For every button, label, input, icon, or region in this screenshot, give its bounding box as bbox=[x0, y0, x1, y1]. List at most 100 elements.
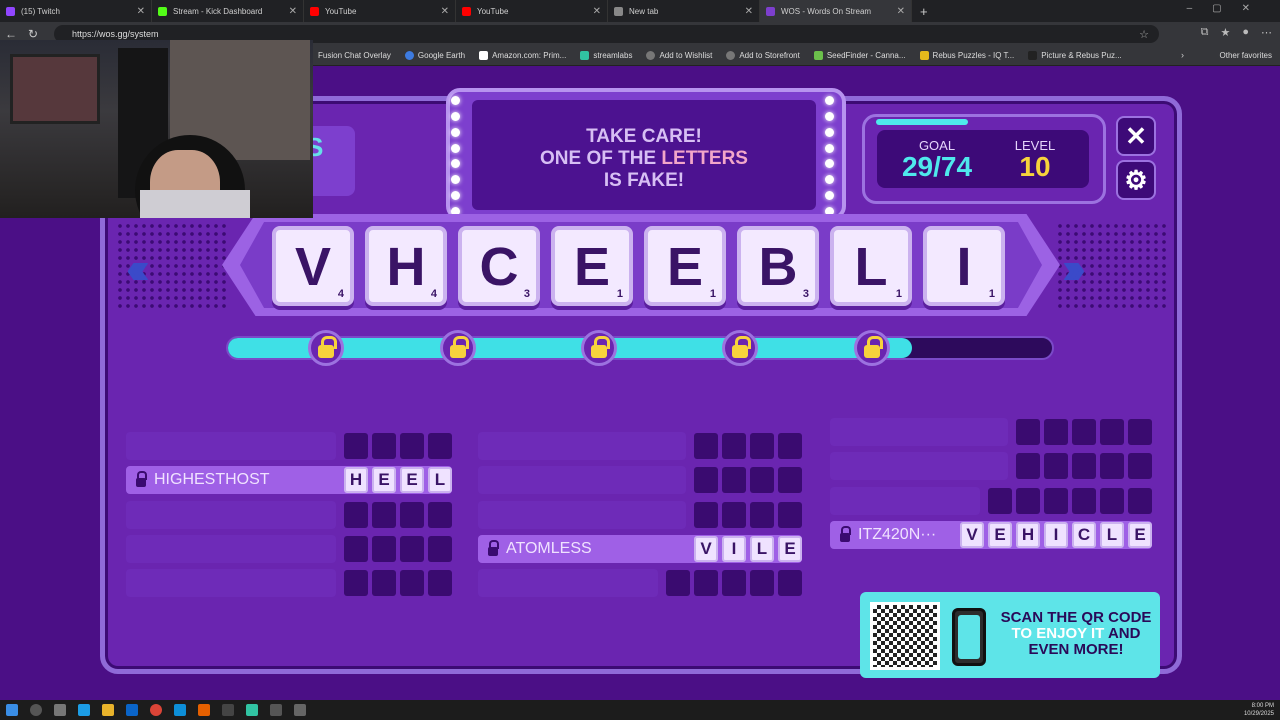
bookmark-item[interactable]: Add to Wishlist bbox=[646, 51, 712, 60]
lock-icon bbox=[440, 330, 476, 366]
lock-icon bbox=[308, 330, 344, 366]
bookmark-item[interactable]: Fusion Chat Overlay bbox=[318, 51, 391, 60]
letter-tiles: V4H4C3E1E1B3L1I1 bbox=[272, 226, 1005, 306]
obs-icon[interactable] bbox=[222, 704, 234, 716]
letter-boxes: HEEL bbox=[344, 467, 452, 494]
letter-tile[interactable]: E1 bbox=[644, 226, 726, 306]
bookmark-item[interactable]: Add to Storefront bbox=[726, 51, 800, 60]
close-tab-icon[interactable]: ✕ bbox=[441, 6, 449, 17]
letter-box bbox=[694, 467, 718, 494]
letter-box bbox=[1016, 487, 1040, 514]
word-slot: HIGHESTHOST H E E L bbox=[126, 466, 452, 495]
word-slot bbox=[830, 418, 1152, 446]
streamlabs-icon[interactable] bbox=[246, 704, 258, 716]
streamlabs-icon bbox=[580, 51, 590, 60]
letter-box bbox=[400, 535, 424, 562]
bookmark-item[interactable]: Picture & Rebus Puz... bbox=[1028, 51, 1122, 60]
bookmark-item[interactable]: Google Earth bbox=[404, 51, 465, 60]
letter-box: E bbox=[988, 521, 1012, 548]
close-tab-icon[interactable]: ✕ bbox=[593, 6, 601, 17]
close-tab-icon[interactable]: ✕ bbox=[137, 6, 145, 17]
letter-box bbox=[1100, 453, 1124, 480]
bookmark-label: streamlabs bbox=[593, 51, 633, 60]
outlook-icon[interactable] bbox=[126, 704, 138, 716]
file-explorer-icon[interactable] bbox=[102, 704, 114, 716]
globe-icon bbox=[404, 51, 414, 60]
letter-boxes bbox=[694, 433, 802, 459]
tab-twitch[interactable]: (15) Twitch ✕ bbox=[0, 0, 152, 22]
goal-value: 29/74 bbox=[901, 151, 973, 182]
letter-box bbox=[750, 570, 774, 597]
window-controls[interactable]: –▢✕ bbox=[1187, 3, 1270, 14]
close-button[interactable]: ✕ bbox=[1116, 116, 1156, 156]
letter-tile[interactable]: I1 bbox=[923, 226, 1005, 306]
search-icon[interactable] bbox=[30, 704, 42, 716]
steam-icon[interactable] bbox=[294, 704, 306, 716]
letter-box bbox=[1128, 487, 1152, 514]
slot-background bbox=[830, 452, 1008, 481]
slot-background bbox=[478, 500, 686, 529]
letter-tile[interactable]: C3 bbox=[458, 226, 540, 306]
letter-box bbox=[400, 501, 424, 528]
letter-box: V bbox=[694, 535, 718, 562]
edge-icon[interactable] bbox=[174, 704, 186, 716]
letter-tile[interactable]: H4 bbox=[365, 226, 447, 306]
letter-box bbox=[778, 467, 802, 494]
letter-boxes bbox=[666, 570, 802, 597]
favorites-icon[interactable]: ★ bbox=[1220, 26, 1230, 39]
tab-new[interactable]: New tab ✕ bbox=[608, 0, 760, 22]
app-icon[interactable] bbox=[270, 704, 282, 716]
letter-boxes bbox=[1016, 453, 1152, 480]
letter-box bbox=[428, 535, 452, 562]
chrome-icon[interactable] bbox=[150, 704, 162, 716]
rebus-icon bbox=[1028, 51, 1038, 60]
bookmark-item[interactable]: Amazon.com: Prim... bbox=[479, 51, 566, 60]
lock-icon bbox=[840, 525, 851, 542]
profile-icon[interactable]: ● bbox=[1242, 26, 1249, 39]
progress-bar bbox=[226, 336, 1054, 360]
task-view-icon[interactable] bbox=[54, 704, 66, 716]
tab-youtube-1[interactable]: YouTube ✕ bbox=[304, 0, 456, 22]
tab-wos[interactable]: WOS - Words On Stream ✕ bbox=[760, 0, 912, 22]
letter-box bbox=[694, 501, 718, 528]
reload-icon[interactable]: ↻ bbox=[22, 27, 44, 41]
bookmark-item[interactable]: Rebus Puzzles - IQ T... bbox=[919, 51, 1014, 60]
word-slot bbox=[478, 432, 802, 460]
letter-box bbox=[1100, 419, 1124, 445]
windows-start-icon[interactable] bbox=[6, 704, 18, 716]
edge-icon[interactable] bbox=[78, 704, 90, 716]
extensions-icon[interactable]: ⧉ bbox=[1201, 26, 1209, 39]
webcam-overlay bbox=[0, 40, 313, 218]
word-slot: ATOMLESS V I L E bbox=[478, 534, 802, 563]
bulb-column-right bbox=[822, 96, 836, 216]
qr-text-b: TO ENJOY IT bbox=[1011, 625, 1105, 642]
firefox-icon[interactable] bbox=[198, 704, 210, 716]
letter-boxes bbox=[344, 535, 452, 562]
bookmark-item[interactable]: SeedFinder - Canna... bbox=[813, 51, 906, 60]
letter-tile[interactable]: L1 bbox=[830, 226, 912, 306]
chevron-right-icon[interactable]: › bbox=[1181, 50, 1184, 60]
tab-youtube-2[interactable]: YouTube ✕ bbox=[456, 0, 608, 22]
close-tab-icon[interactable]: ✕ bbox=[745, 6, 753, 17]
back-icon[interactable]: ← bbox=[0, 27, 22, 41]
gear-icon: ⚙ bbox=[1124, 164, 1148, 195]
globe-icon bbox=[726, 51, 736, 60]
bookmark-label: Picture & Rebus Puz... bbox=[1041, 51, 1122, 60]
letter-tile[interactable]: E1 bbox=[551, 226, 633, 306]
warning-line-1: TAKE CARE! bbox=[586, 126, 702, 147]
other-favorites[interactable]: Other favorites bbox=[1220, 51, 1272, 60]
star-icon[interactable]: ☆ bbox=[1139, 28, 1149, 41]
letter-box: H bbox=[1016, 521, 1040, 548]
letter-box bbox=[694, 570, 718, 597]
tab-label: YouTube bbox=[325, 6, 357, 16]
tab-kick[interactable]: Stream - Kick Dashboard ✕ bbox=[152, 0, 304, 22]
close-tab-icon[interactable]: ✕ bbox=[289, 6, 297, 17]
settings-button[interactable]: ⚙ bbox=[1116, 160, 1156, 200]
close-tab-icon[interactable]: ✕ bbox=[897, 6, 905, 17]
letter-tile[interactable]: B3 bbox=[737, 226, 819, 306]
letter-tile[interactable]: V4 bbox=[272, 226, 354, 306]
tile-points: 3 bbox=[523, 288, 530, 300]
bookmark-item[interactable]: streamlabs bbox=[580, 51, 632, 60]
new-tab-button[interactable]: + bbox=[920, 4, 928, 19]
menu-icon[interactable]: ⋯ bbox=[1261, 26, 1272, 39]
